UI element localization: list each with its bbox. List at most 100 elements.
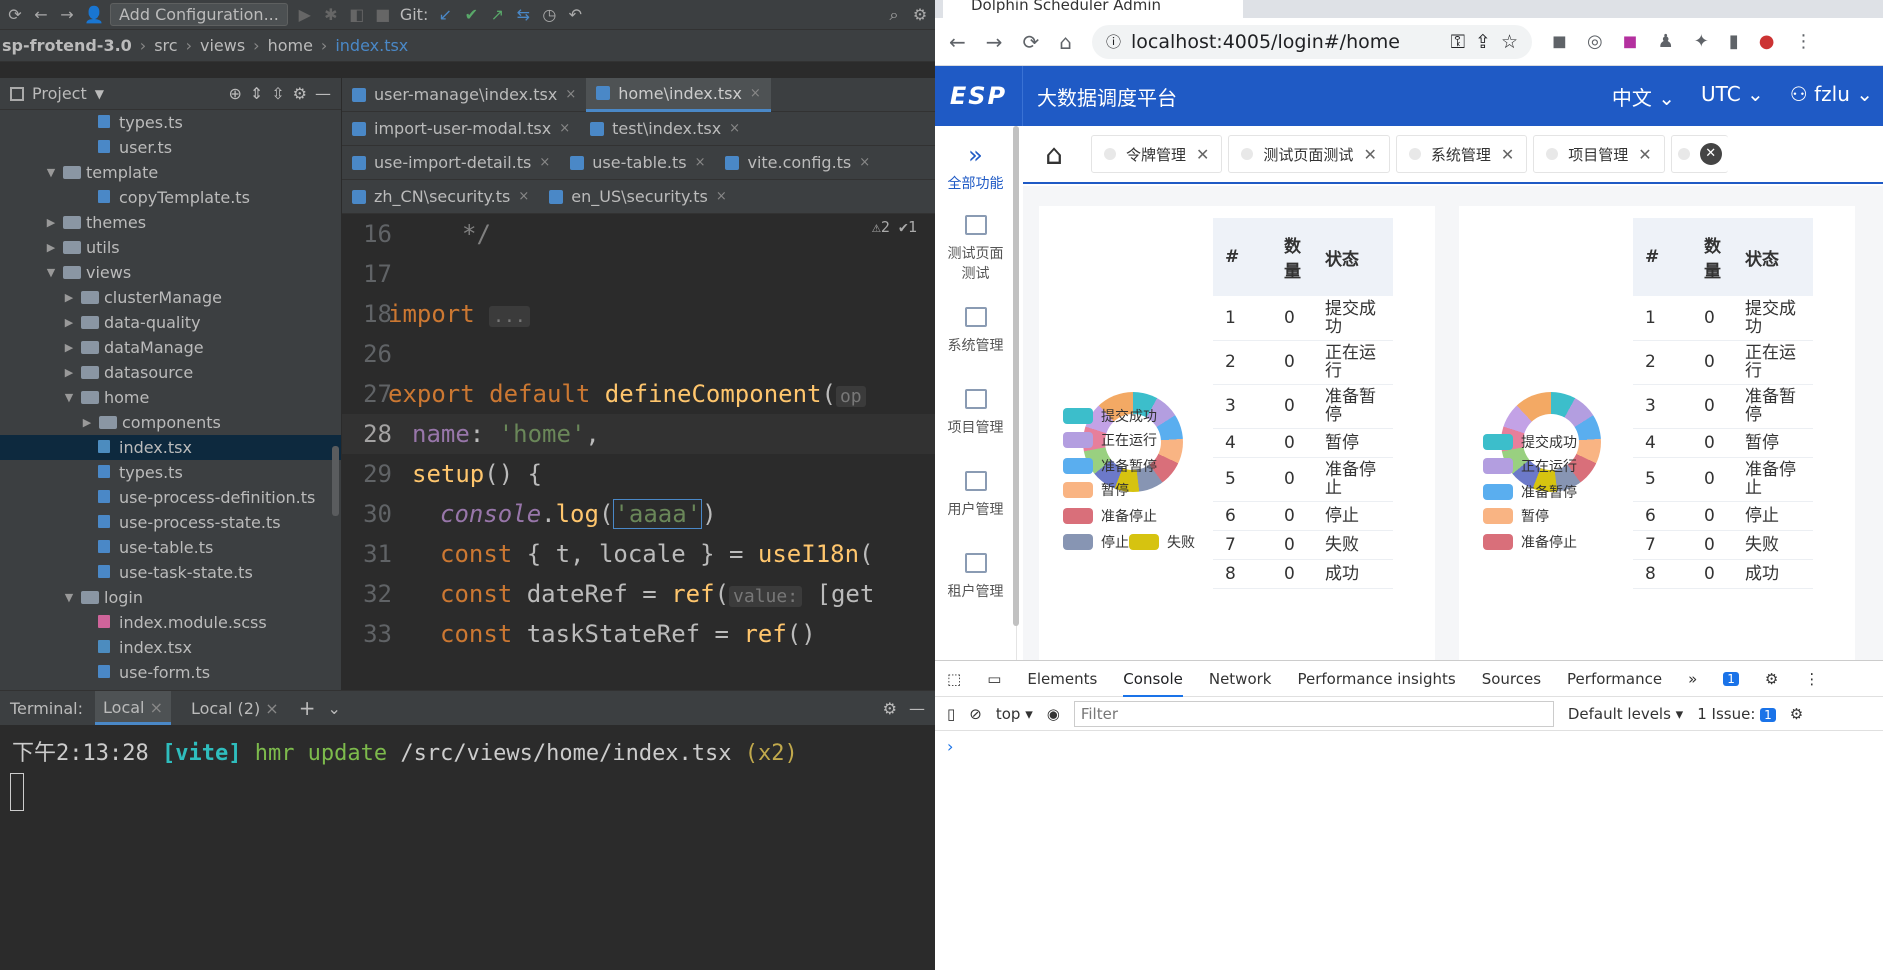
home-icon[interactable]: ⌂ [1059,30,1072,54]
debug-icon[interactable]: ✱ [322,5,340,24]
side-item-system[interactable]: 系统管理 [935,290,1016,372]
eye-icon[interactable]: ◉ [1047,705,1060,723]
log-levels-select[interactable]: Default levels ▾ [1568,705,1683,723]
close-icon[interactable]: × [559,121,570,136]
close-icon[interactable]: × [565,87,576,102]
tree-folder[interactable]: ▶ clusterManage [0,285,341,310]
page-tab[interactable]: 令牌管理 ✕ [1091,135,1223,173]
chevron-down-icon[interactable]: ▼ [44,260,58,285]
terminal-tab-local[interactable]: Local × [95,691,171,725]
tree-file[interactable]: index.tsx [0,635,341,660]
editor-tab[interactable]: use-import-detail.ts × [342,146,560,180]
extension-icon[interactable]: ◼ [1552,31,1567,52]
language-select[interactable]: 中文 ⌄ [1612,82,1675,111]
extension-icon[interactable]: ♟ [1658,31,1674,52]
legend-item[interactable]: 暂停 [1483,506,1549,526]
side-item-all-functions[interactable]: » 全部功能 [935,126,1016,208]
gear-icon[interactable]: ⚙ [293,84,307,103]
run-icon[interactable]: ▶ [296,5,314,24]
chevron-right-icon[interactable]: ▶ [44,235,58,260]
clear-console-icon[interactable]: ⊘ [969,705,982,723]
locate-icon[interactable]: ⊕ [228,84,241,103]
chevron-down-icon[interactable]: ▼ [44,160,58,185]
add-configuration-button[interactable]: Add Configuration... [110,3,288,26]
scrollbar[interactable] [332,446,339,516]
project-title[interactable]: Project [32,84,87,103]
legend-item[interactable]: 提交成功 [1483,432,1577,452]
terminal-cursor[interactable] [10,773,24,811]
tree-file[interactable]: use-process-state.ts [0,510,341,535]
scrollbar[interactable] [1013,126,1019,626]
url-field[interactable]: ⓘ localhost:4005/login#/home ⚿ ⇪ ☆ [1092,24,1532,59]
gear-icon[interactable]: ⚙ [1790,705,1803,723]
tree-folder[interactable]: ▼ template [0,160,341,185]
tree-folder[interactable]: ▶ dataManage [0,335,341,360]
side-item-user[interactable]: 用户管理 [935,454,1016,536]
console-prompt[interactable]: › [935,731,1883,762]
chevron-right-icon[interactable]: ▶ [62,335,76,360]
page-tab[interactable]: 测试页面测试 ✕ [1228,135,1390,173]
terminal-tab-local-2[interactable]: Local (2) × [183,699,287,718]
tree-file[interactable]: types.ts [0,460,341,485]
tree-file[interactable]: types.ts [0,110,341,135]
chevron-down-icon[interactable]: ⌄ [327,699,340,718]
page-tab[interactable]: 系统管理 ✕ [1395,135,1528,173]
extension-icon[interactable]: ◎ [1587,31,1603,52]
page-tab[interactable]: ✕ [1670,135,1728,173]
close-icon[interactable]: ✕ [1363,145,1376,164]
back-icon[interactable]: ← [32,5,50,24]
side-item-tenant[interactable]: 租户管理 [935,536,1016,618]
tree-folder[interactable]: ▶ data-quality [0,310,341,335]
close-icon[interactable]: ✕ [1501,145,1514,164]
breadcrumb-item[interactable]: src [154,36,177,55]
editor-tab[interactable]: en_US\security.ts × [539,180,736,214]
legend-item[interactable]: 停止 [1063,532,1129,552]
chevron-right-icon[interactable]: ▶ [62,360,76,385]
context-select[interactable]: top ▾ [996,705,1033,723]
sidepanel-icon[interactable]: ▮ [1729,31,1739,52]
browser-tab[interactable]: Dolphin Scheduler Admin [943,0,1243,18]
close-icon[interactable]: ✕ [1196,145,1209,164]
legend-item[interactable]: 失败 [1129,532,1195,552]
extension-icon[interactable]: ◼ [1623,31,1638,52]
hide-icon[interactable]: — [315,84,331,103]
page-tab[interactable]: 项目管理 ✕ [1533,135,1665,173]
tab-network[interactable]: Network [1209,670,1272,688]
add-terminal-icon[interactable]: + [299,696,316,720]
tree-file[interactable]: index.module.scss [0,610,341,635]
chevron-down-icon[interactable]: ▼ [62,385,76,410]
star-icon[interactable]: ☆ [1501,31,1518,53]
tree-file[interactable]: use-task-state.ts [0,560,341,585]
chevron-down-icon[interactable]: ▼ [62,585,76,610]
legend-item[interactable]: 暂停 [1063,480,1129,500]
share-icon[interactable]: ⇪ [1475,31,1491,53]
close-icon[interactable]: × [695,155,706,170]
user-menu[interactable]: ⚇ fzlu ⌄ [1790,82,1873,111]
editor-tab[interactable]: import-user-modal.tsx × [342,112,580,146]
gear-icon[interactable]: ⚙ [883,699,897,718]
legend-item[interactable]: 正在运行 [1063,430,1157,450]
avatar[interactable]: ● [1759,31,1775,52]
console-filter-input[interactable]: Filter [1073,700,1554,727]
tree-folder[interactable]: ▶ themes [0,210,341,235]
tree-folder[interactable]: ▶ utils [0,235,341,260]
home-icon[interactable]: ⌂ [1023,132,1085,176]
git-commit-icon[interactable]: ✔ [462,5,480,24]
settings-icon[interactable]: ⚙ [911,5,929,24]
tab-elements[interactable]: Elements [1027,670,1097,688]
search-icon[interactable]: ⌕ [885,5,903,25]
menu-icon[interactable]: ⋮ [1804,670,1819,688]
collapse-all-icon[interactable]: ⇳ [271,84,284,103]
close-all-icon[interactable]: ✕ [1699,143,1722,165]
tree-file[interactable]: use-table.ts [0,535,341,560]
tree-folder[interactable]: ▶ components [0,410,341,435]
tree-file[interactable]: index.tsx [0,435,341,460]
close-icon[interactable]: × [518,189,529,204]
chevron-right-icon[interactable]: ▶ [80,410,94,435]
breadcrumb-item[interactable]: index.tsx [335,36,408,55]
editor-tab[interactable]: use-table.ts × [560,146,715,180]
side-item-project[interactable]: 项目管理 [935,372,1016,454]
editor-tab[interactable]: vite.config.ts × [715,146,880,180]
tree-file[interactable]: use-process-definition.ts [0,485,341,510]
hide-icon[interactable]: — [909,699,925,718]
